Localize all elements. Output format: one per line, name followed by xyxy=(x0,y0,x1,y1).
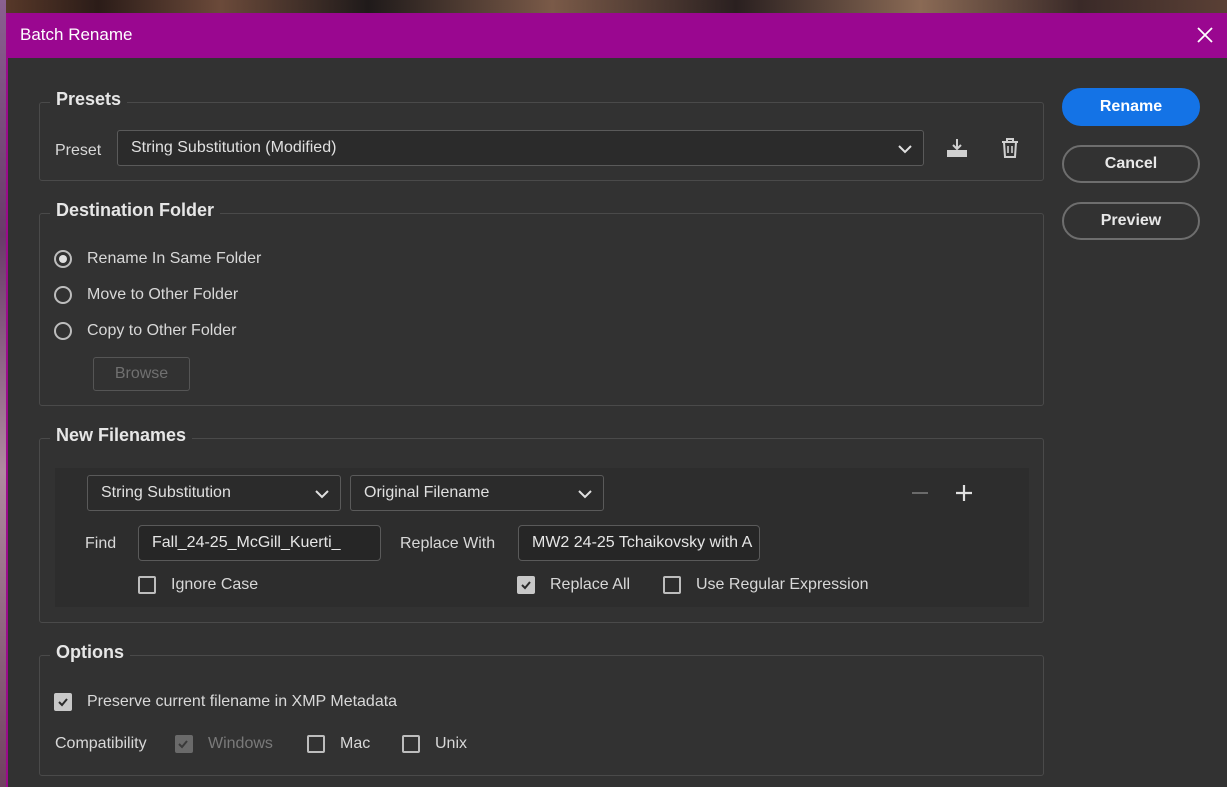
destination-title: Destination Folder xyxy=(50,200,221,221)
ignore-case-checkbox[interactable] xyxy=(138,576,156,594)
radio-rename-same-folder[interactable] xyxy=(54,250,72,268)
close-icon[interactable] xyxy=(1193,23,1217,47)
rule-type-select[interactable]: String Substitution xyxy=(87,475,341,511)
unix-checkbox[interactable] xyxy=(402,735,420,753)
presets-title: Presets xyxy=(50,89,128,110)
chevron-down-icon xyxy=(898,145,912,154)
preset-label: Preset xyxy=(55,142,102,159)
add-rule-icon[interactable] xyxy=(952,481,976,505)
preserve-filename-label: Preserve current filename in XMP Metadat… xyxy=(87,693,398,710)
cancel-button[interactable]: Cancel xyxy=(1062,145,1200,183)
title-bar: Batch Rename xyxy=(8,13,1227,58)
copy-other-folder-label: Copy to Other Folder xyxy=(87,322,237,339)
move-other-folder-label: Move to Other Folder xyxy=(87,286,239,303)
replace-all-label: Replace All xyxy=(550,576,631,593)
find-input-value: Fall_24-25_McGill_Kuerti_ xyxy=(152,534,341,551)
chevron-down-icon xyxy=(578,490,592,499)
dialog-title: Batch Rename xyxy=(20,25,133,44)
browse-button[interactable]: Browse xyxy=(93,357,190,391)
radio-copy-other-folder[interactable] xyxy=(54,322,72,340)
rule-source-select[interactable]: Original Filename xyxy=(350,475,604,511)
rule-source-value: Original Filename xyxy=(364,484,490,501)
preset-select-value: String Substitution (Modified) xyxy=(131,139,337,156)
save-preset-icon[interactable] xyxy=(945,136,969,160)
replace-with-label: Replace With xyxy=(400,535,496,552)
windows-checkbox xyxy=(175,735,193,753)
rule-type-value: String Substitution xyxy=(101,484,231,501)
ignore-case-label: Ignore Case xyxy=(171,576,259,593)
preview-button[interactable]: Preview xyxy=(1062,202,1200,240)
radio-move-other-folder[interactable] xyxy=(54,286,72,304)
batch-rename-dialog: Batch Rename Rename Cancel Preview Prese… xyxy=(6,13,1227,787)
preset-select[interactable]: String Substitution (Modified) xyxy=(117,130,924,166)
regex-label: Use Regular Expression xyxy=(696,576,869,593)
new-filenames-title: New Filenames xyxy=(50,425,193,446)
preserve-filename-checkbox[interactable] xyxy=(54,693,72,711)
find-input[interactable]: Fall_24-25_McGill_Kuerti_ xyxy=(138,525,381,561)
replace-with-input[interactable]: MW2 24-25 Tchaikovsky with A xyxy=(518,525,760,561)
replace-all-checkbox[interactable] xyxy=(517,576,535,594)
rename-button[interactable]: Rename xyxy=(1062,88,1200,126)
compatibility-label: Compatibility xyxy=(55,735,147,752)
mac-checkbox[interactable] xyxy=(307,735,325,753)
remove-rule-icon[interactable] xyxy=(908,481,932,505)
options-group: Options xyxy=(39,642,1044,776)
replace-with-input-value: MW2 24-25 Tchaikovsky with A xyxy=(532,534,753,551)
options-title: Options xyxy=(50,642,130,663)
mac-label: Mac xyxy=(340,735,371,752)
unix-label: Unix xyxy=(435,735,468,752)
regex-checkbox[interactable] xyxy=(663,576,681,594)
chevron-down-icon xyxy=(315,490,329,499)
windows-label: Windows xyxy=(208,735,273,752)
find-label: Find xyxy=(85,535,117,552)
trash-icon[interactable] xyxy=(998,136,1022,160)
rename-same-folder-label: Rename In Same Folder xyxy=(87,250,262,267)
